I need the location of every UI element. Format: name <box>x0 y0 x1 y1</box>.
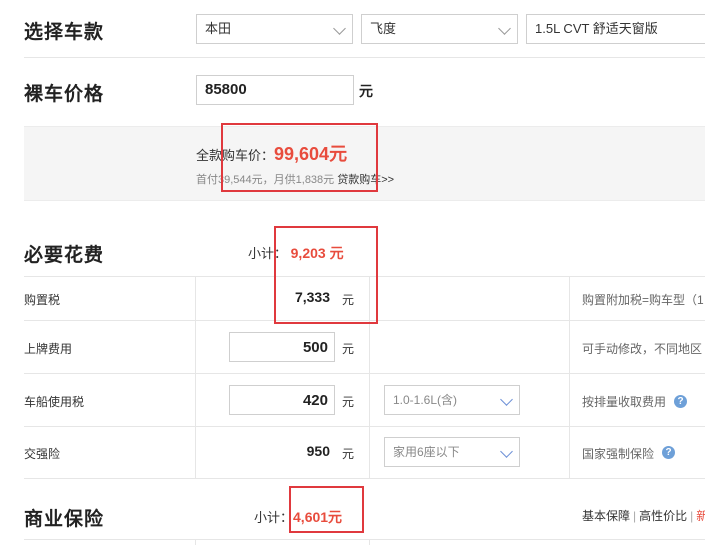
commercial-insurance-title: 商业保险 <box>24 509 105 530</box>
bare-price-title: 裸车价格 <box>24 84 105 105</box>
table-row-label: 上牌费用 <box>24 342 73 356</box>
tab-new[interactable]: 新 <box>696 509 705 523</box>
purchase-tax-note: 购置附加税=购车型（1 <box>582 293 704 307</box>
bare-price-input[interactable]: 85800 <box>196 75 354 105</box>
required-costs-title: 必要花费 <box>24 245 105 266</box>
displacement-select[interactable]: 1.0-1.6L(含) <box>384 385 520 415</box>
seat-type-select[interactable]: 家用6座以下 <box>384 437 520 467</box>
insurance-tabs: 基本保障 | 高性价比 | 新 <box>582 507 705 524</box>
series-select-value: 飞度 <box>370 21 397 36</box>
table-divider <box>24 478 705 479</box>
table-divider <box>24 539 705 540</box>
vehicle-tax-note: 按排量收取费用 <box>582 395 667 409</box>
series-select[interactable]: 飞度 <box>361 14 518 44</box>
tab-value[interactable]: 高性价比 <box>639 509 687 523</box>
chevron-down-icon <box>500 445 513 458</box>
vehicle-tax-input[interactable]: 420 <box>229 385 335 415</box>
chevron-down-icon <box>333 22 346 35</box>
divider <box>24 57 705 58</box>
bare-price-unit: 元 <box>359 83 373 99</box>
chevron-down-icon <box>498 22 511 35</box>
table-row-label: 购置税 <box>24 293 61 307</box>
table-vdivider <box>369 539 370 545</box>
table-vdivider <box>195 539 196 545</box>
insurance-subtotal-label: 小计： <box>254 510 294 525</box>
model-select-value: 1.5L CVT 舒适天窗版 <box>535 21 658 36</box>
select-car-title: 选择车款 <box>24 22 105 43</box>
plate-fee-note: 可手动修改，不同地区 <box>582 342 703 356</box>
chevron-down-icon <box>500 393 513 406</box>
table-vdivider <box>195 276 196 478</box>
table-row-label: 车船使用税 <box>24 395 85 409</box>
compulsory-insurance-unit: 元 <box>342 447 355 461</box>
table-divider <box>24 426 705 427</box>
question-icon[interactable]: ? <box>662 446 675 459</box>
bare-price-value: 85800 <box>205 81 247 98</box>
table-vdivider <box>569 276 570 478</box>
brand-select-value: 本田 <box>205 21 232 36</box>
question-icon[interactable]: ? <box>674 395 687 408</box>
plate-fee-unit: 元 <box>342 342 355 356</box>
seat-type-select-value: 家用6座以下 <box>393 445 460 459</box>
brand-select[interactable]: 本田 <box>196 14 353 44</box>
plate-fee-value: 500 <box>302 339 328 356</box>
table-divider <box>24 373 705 374</box>
vehicle-tax-value: 420 <box>302 392 328 409</box>
table-row-label: 交强险 <box>24 447 61 461</box>
tab-basic-coverage[interactable]: 基本保障 <box>582 509 630 523</box>
model-select[interactable]: 1.5L CVT 舒适天窗版 <box>526 14 705 44</box>
vehicle-tax-unit: 元 <box>342 395 355 409</box>
compulsory-insurance-value: 950 <box>306 443 330 459</box>
compulsory-insurance-note: 国家强制保险 <box>582 447 655 461</box>
highlight-box-total <box>221 123 378 192</box>
displacement-select-value: 1.0-1.6L(含) <box>393 393 458 407</box>
highlight-box-insurance <box>289 486 364 533</box>
plate-fee-input[interactable]: 500 <box>229 332 335 362</box>
highlight-box-required <box>274 226 378 324</box>
